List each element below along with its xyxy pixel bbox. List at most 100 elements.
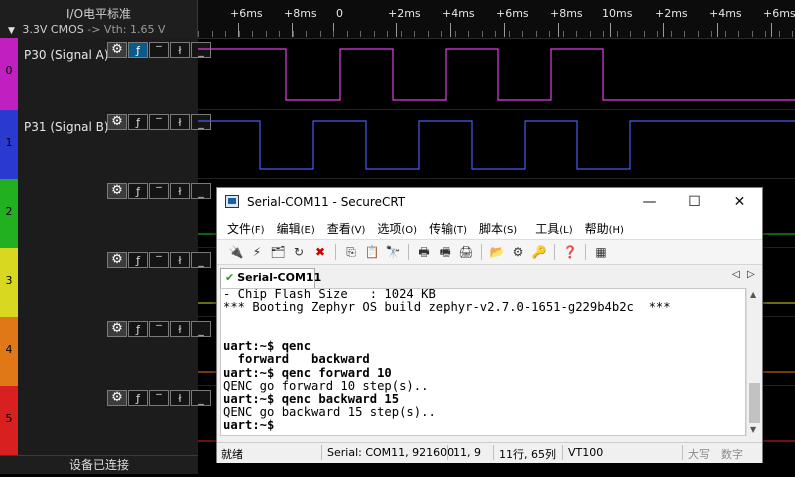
timeline-tick-label: +4ms [709, 7, 742, 20]
menu-item-label: 查看 [326, 221, 351, 236]
sftp-icon[interactable]: 📂 [488, 244, 506, 260]
terminal-output[interactable]: - Chip Flash Size : 1024 KB *** Booting Z… [220, 288, 746, 436]
menu-item-0[interactable]: 文件(F) [227, 220, 265, 237]
terminal-line: *** Booting Zephyr OS build zephyr-v2.7.… [223, 300, 671, 315]
io-standard-panel[interactable]: I/O电平标准 ▼ 3.3V CMOS -> Vth: 1.65 V [0, 0, 198, 38]
timeline-minor-tick [536, 31, 537, 37]
connect-icon[interactable]: 🔌 [227, 244, 245, 260]
io-standard-title: I/O电平标准 [65, 7, 132, 21]
status-rowcol: 11行, 65列 [499, 448, 556, 461]
gear-icon[interactable]: ⚙ [107, 114, 127, 130]
vth-label: -> Vth: 1.65 V [87, 23, 166, 36]
scroll-down-icon[interactable]: ▼ [750, 425, 756, 434]
menu-item-6[interactable]: 工具(L) [535, 220, 572, 237]
close-button[interactable]: ✕ [717, 188, 762, 217]
gear-icon[interactable]: ⚙ [107, 252, 127, 268]
channel-row-1[interactable]: 1 P31 (Signal B) ⚙ ƒ ‾ ł _ [0, 110, 211, 180]
menu-item-1[interactable]: 编辑(E) [277, 220, 315, 237]
timeline-minor-tick [482, 31, 483, 37]
gear-icon[interactable]: ⚙ [107, 321, 127, 337]
connect-in-tab-icon[interactable]: 🗂 [269, 244, 287, 260]
timeline-minor-tick [225, 31, 226, 37]
high-level-icon[interactable]: ‾ [149, 390, 169, 406]
channel-row-2[interactable]: 2 ⚙ ƒ ‾ ł _ [0, 179, 211, 249]
reconnect-icon[interactable]: ↻ [290, 244, 308, 260]
quick-connect-icon[interactable]: ⚡ [248, 244, 266, 260]
session-tab-label: Serial-COM11 [237, 271, 322, 284]
menu-item-7[interactable]: 帮助(H) [585, 220, 624, 237]
high-level-icon[interactable]: ‾ [149, 321, 169, 337]
high-level-icon[interactable]: ‾ [149, 183, 169, 199]
minimize-button[interactable]: — [627, 188, 672, 217]
menu-item-2[interactable]: 查看(V) [327, 220, 366, 237]
timeline-minor-tick [590, 31, 591, 37]
falling-edge-icon[interactable]: ł [170, 321, 190, 337]
channel-row-5[interactable]: 5 ⚙ ƒ ‾ ł _ [0, 386, 211, 456]
timeline-tick-label: +2ms [655, 7, 688, 20]
gear-icon[interactable]: ⚙ [107, 390, 127, 406]
maximize-button[interactable]: ☐ [672, 188, 717, 217]
channel-name[interactable]: P30 (Signal A) [24, 48, 109, 62]
dropdown-triangle-icon[interactable]: ▼ [8, 26, 15, 36]
high-level-icon[interactable]: ‾ [149, 252, 169, 268]
falling-edge-icon[interactable]: ł [170, 390, 190, 406]
channel-color-strip: 4 [0, 317, 18, 386]
any-edge-icon[interactable]: ƒ [128, 252, 148, 268]
help-icon[interactable]: ❓ [561, 244, 579, 260]
terminal-lines: - Chip Flash Size : 1024 KB *** Booting Z… [223, 289, 671, 432]
terminal-scrollbar[interactable]: ▲ ▼ [746, 288, 762, 436]
window-titlebar[interactable]: Serial-COM11 - SecureCRT — ☐ ✕ [217, 188, 762, 217]
settings-icon[interactable]: ⚙ [509, 244, 527, 260]
any-edge-icon[interactable]: ƒ [128, 42, 148, 58]
session-options-icon[interactable]: 🖶 [415, 244, 433, 260]
tab-prev-icon[interactable]: ◁ [732, 269, 740, 280]
scroll-thumb[interactable] [749, 383, 760, 423]
print-icon[interactable]: 🖨 [457, 244, 475, 260]
falling-edge-icon[interactable]: ł [170, 42, 190, 58]
toolbar-separator [585, 244, 586, 260]
channel-color-strip: 3 [0, 248, 18, 317]
falling-edge-icon[interactable]: ł [170, 114, 190, 130]
scroll-up-icon[interactable]: ▲ [750, 290, 756, 299]
gear-icon[interactable]: ⚙ [107, 183, 127, 199]
any-edge-icon[interactable]: ƒ [128, 390, 148, 406]
timeline-tick-mark [610, 23, 611, 37]
channel-row-4[interactable]: 4 ⚙ ƒ ‾ ł _ [0, 317, 211, 387]
falling-edge-icon[interactable]: ł [170, 183, 190, 199]
any-edge-icon[interactable]: ƒ [128, 183, 148, 199]
channel-row-0[interactable]: 0 P30 (Signal A) ⚙ ƒ ‾ ł _ [0, 38, 211, 111]
tab-next-icon[interactable]: ▷ [747, 269, 755, 280]
find-icon[interactable]: 🔭 [384, 244, 402, 260]
falling-edge-icon[interactable]: ł [170, 252, 190, 268]
timeline-ruler[interactable]: +6ms +8ms 0 +2ms +4ms +6ms +8ms 10ms +2ms +4ms +6m… [198, 0, 795, 39]
copy-icon[interactable]: ⎘ [342, 244, 360, 260]
channel-number: 0 [5, 64, 13, 77]
menu-item-5[interactable]: 脚本(S) [479, 220, 517, 237]
any-edge-icon[interactable]: ƒ [128, 321, 148, 337]
terminal-line: uart:~$ qenc backward 15 [223, 391, 400, 406]
key-icon[interactable]: 🔑 [530, 244, 548, 260]
high-level-icon[interactable]: ‾ [149, 42, 169, 58]
menu-item-accelerator: (O) [401, 224, 418, 236]
channel-row-3[interactable]: 3 ⚙ ƒ ‾ ł _ [0, 248, 211, 318]
voltage-standard-selector[interactable]: ▼ 3.3V CMOS -> Vth: 1.65 V [8, 23, 165, 36]
window-title: Serial-COM11 - SecureCRT [247, 195, 406, 209]
paste-icon[interactable]: 📋 [363, 244, 381, 260]
log-icon[interactable]: ▦ [592, 244, 610, 260]
channel-name[interactable]: P31 (Signal B) [24, 120, 109, 134]
timeline-minor-tick [306, 31, 307, 37]
securecrt-window[interactable]: Serial-COM11 - SecureCRT — ☐ ✕ 文件(F) 编辑(E… [216, 187, 763, 463]
timeline-minor-tick [711, 31, 712, 37]
timeline-tick-label: +6ms [496, 7, 529, 20]
menu-item-4[interactable]: 传输(T) [429, 220, 467, 237]
menu-item-3[interactable]: 选项(O) [377, 220, 417, 237]
timeline-minor-tick [630, 31, 631, 37]
session-tab[interactable]: ✔ Serial-COM11 [220, 268, 321, 288]
voltage-standard-label: 3.3V CMOS [22, 23, 84, 36]
gear-icon[interactable]: ⚙ [107, 42, 127, 58]
disconnect-icon[interactable]: ✖ [311, 244, 329, 260]
global-options-icon[interactable]: 🖷 [436, 244, 454, 260]
any-edge-icon[interactable]: ƒ [128, 114, 148, 130]
high-level-icon[interactable]: ‾ [149, 114, 169, 130]
status-connection: Serial: COM11, 921600 [327, 446, 455, 459]
